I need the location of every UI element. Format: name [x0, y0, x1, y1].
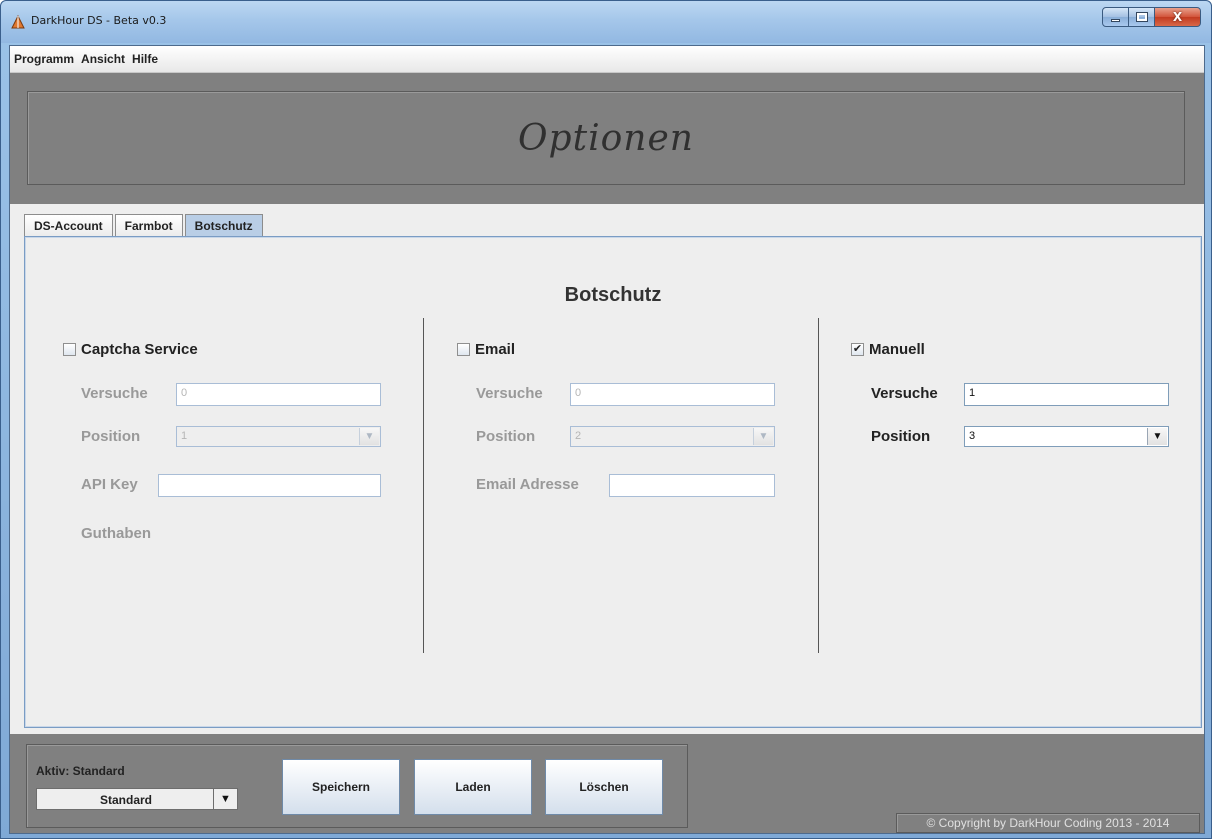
email-versuche-field[interactable]: 0: [570, 383, 775, 406]
tab-farmbot[interactable]: Farmbot: [114, 214, 183, 236]
tab-ds-account[interactable]: DS-Account: [24, 214, 113, 236]
minimize-button[interactable]: [1102, 7, 1129, 27]
menu-ansicht[interactable]: Ansicht: [79, 52, 130, 66]
active-profile-label: Aktiv: Standard: [36, 764, 125, 778]
captcha-api-key-label: API Key: [81, 476, 138, 493]
captcha-position-label: Position: [81, 428, 141, 445]
panel-title: Botschutz: [564, 284, 662, 306]
botschutz-panel: Botschutz Captcha Service Versuche 0 Pos…: [24, 236, 1202, 728]
captcha-checkbox-box[interactable]: [63, 343, 76, 356]
chevron-down-icon[interactable]: ▼: [213, 789, 237, 809]
manuell-checkbox[interactable]: ✔ Manuell: [851, 341, 925, 358]
email-checkbox[interactable]: Email: [457, 341, 515, 358]
close-icon: X: [1172, 10, 1183, 24]
email-versuche-label: Versuche: [476, 385, 543, 402]
maximize-button[interactable]: [1129, 7, 1155, 27]
email-position-value: 2: [575, 430, 582, 442]
check-icon[interactable]: ✔: [851, 343, 864, 356]
manuell-versuche-field[interactable]: 1: [964, 383, 1169, 406]
application-window: DarkHour DS - Beta v0.3 X Programm Ansic…: [0, 0, 1212, 839]
save-button[interactable]: Speichern: [282, 759, 400, 815]
menu-bar: Programm Ansicht Hilfe: [10, 46, 1204, 73]
page-title: Optionen: [518, 117, 694, 159]
delete-button[interactable]: Löschen: [545, 759, 663, 815]
client-area: Programm Ansicht Hilfe Optionen DS-Accou…: [9, 45, 1205, 834]
tabs-container: DS-Account Farmbot Botschutz Botschutz C…: [10, 204, 1204, 734]
captcha-position-select[interactable]: 1 ▼: [176, 426, 381, 447]
copyright-notice: © Copyright by DarkHour Coding 2013 - 20…: [896, 813, 1200, 833]
manuell-versuche-label: Versuche: [871, 385, 938, 402]
load-button[interactable]: Laden: [414, 759, 532, 815]
close-button[interactable]: X: [1155, 7, 1201, 27]
tab-botschutz[interactable]: Botschutz: [184, 214, 263, 236]
column-divider-1: [423, 318, 424, 653]
email-address-label: Email Adresse: [476, 476, 579, 493]
manuell-position-value: 3: [969, 430, 976, 442]
captcha-api-key-field[interactable]: [158, 474, 381, 497]
title-bar[interactable]: DarkHour DS - Beta v0.3 X: [1, 1, 1211, 43]
email-checkbox-label: Email: [475, 341, 516, 358]
app-logo-icon: [11, 14, 25, 29]
minimize-icon: [1111, 18, 1120, 22]
menu-hilfe[interactable]: Hilfe: [130, 52, 163, 66]
column-divider-2: [818, 318, 819, 653]
header-banner: Optionen: [27, 91, 1185, 185]
manuell-position-label: Position: [871, 428, 931, 445]
profile-select[interactable]: Standard ▼: [36, 788, 238, 810]
window-controls: X: [1102, 7, 1201, 27]
chevron-down-icon[interactable]: ▼: [359, 428, 379, 445]
manuell-checkbox-label: Manuell: [869, 341, 925, 358]
email-checkbox-box[interactable]: [457, 343, 470, 356]
manuell-position-select[interactable]: 3 ▼: [964, 426, 1169, 447]
captcha-service-checkbox[interactable]: Captcha Service: [63, 341, 198, 358]
captcha-versuche-label: Versuche: [81, 385, 148, 402]
email-position-select[interactable]: 2 ▼: [570, 426, 775, 447]
chevron-down-icon[interactable]: ▼: [753, 428, 773, 445]
captcha-position-value: 1: [181, 430, 188, 442]
chevron-down-icon[interactable]: ▼: [1147, 428, 1167, 445]
captcha-guthaben-label: Guthaben: [81, 525, 151, 542]
captcha-checkbox-label: Captcha Service: [81, 341, 198, 358]
menu-programm[interactable]: Programm: [12, 52, 79, 66]
maximize-icon: [1135, 12, 1148, 22]
tab-strip: DS-Account Farmbot Botschutz: [24, 214, 265, 236]
email-address-field[interactable]: [609, 474, 775, 497]
profile-select-value: Standard: [99, 793, 152, 807]
window-title: DarkHour DS - Beta v0.3: [31, 14, 167, 27]
captcha-versuche-field[interactable]: 0: [176, 383, 381, 406]
email-position-label: Position: [476, 428, 536, 445]
